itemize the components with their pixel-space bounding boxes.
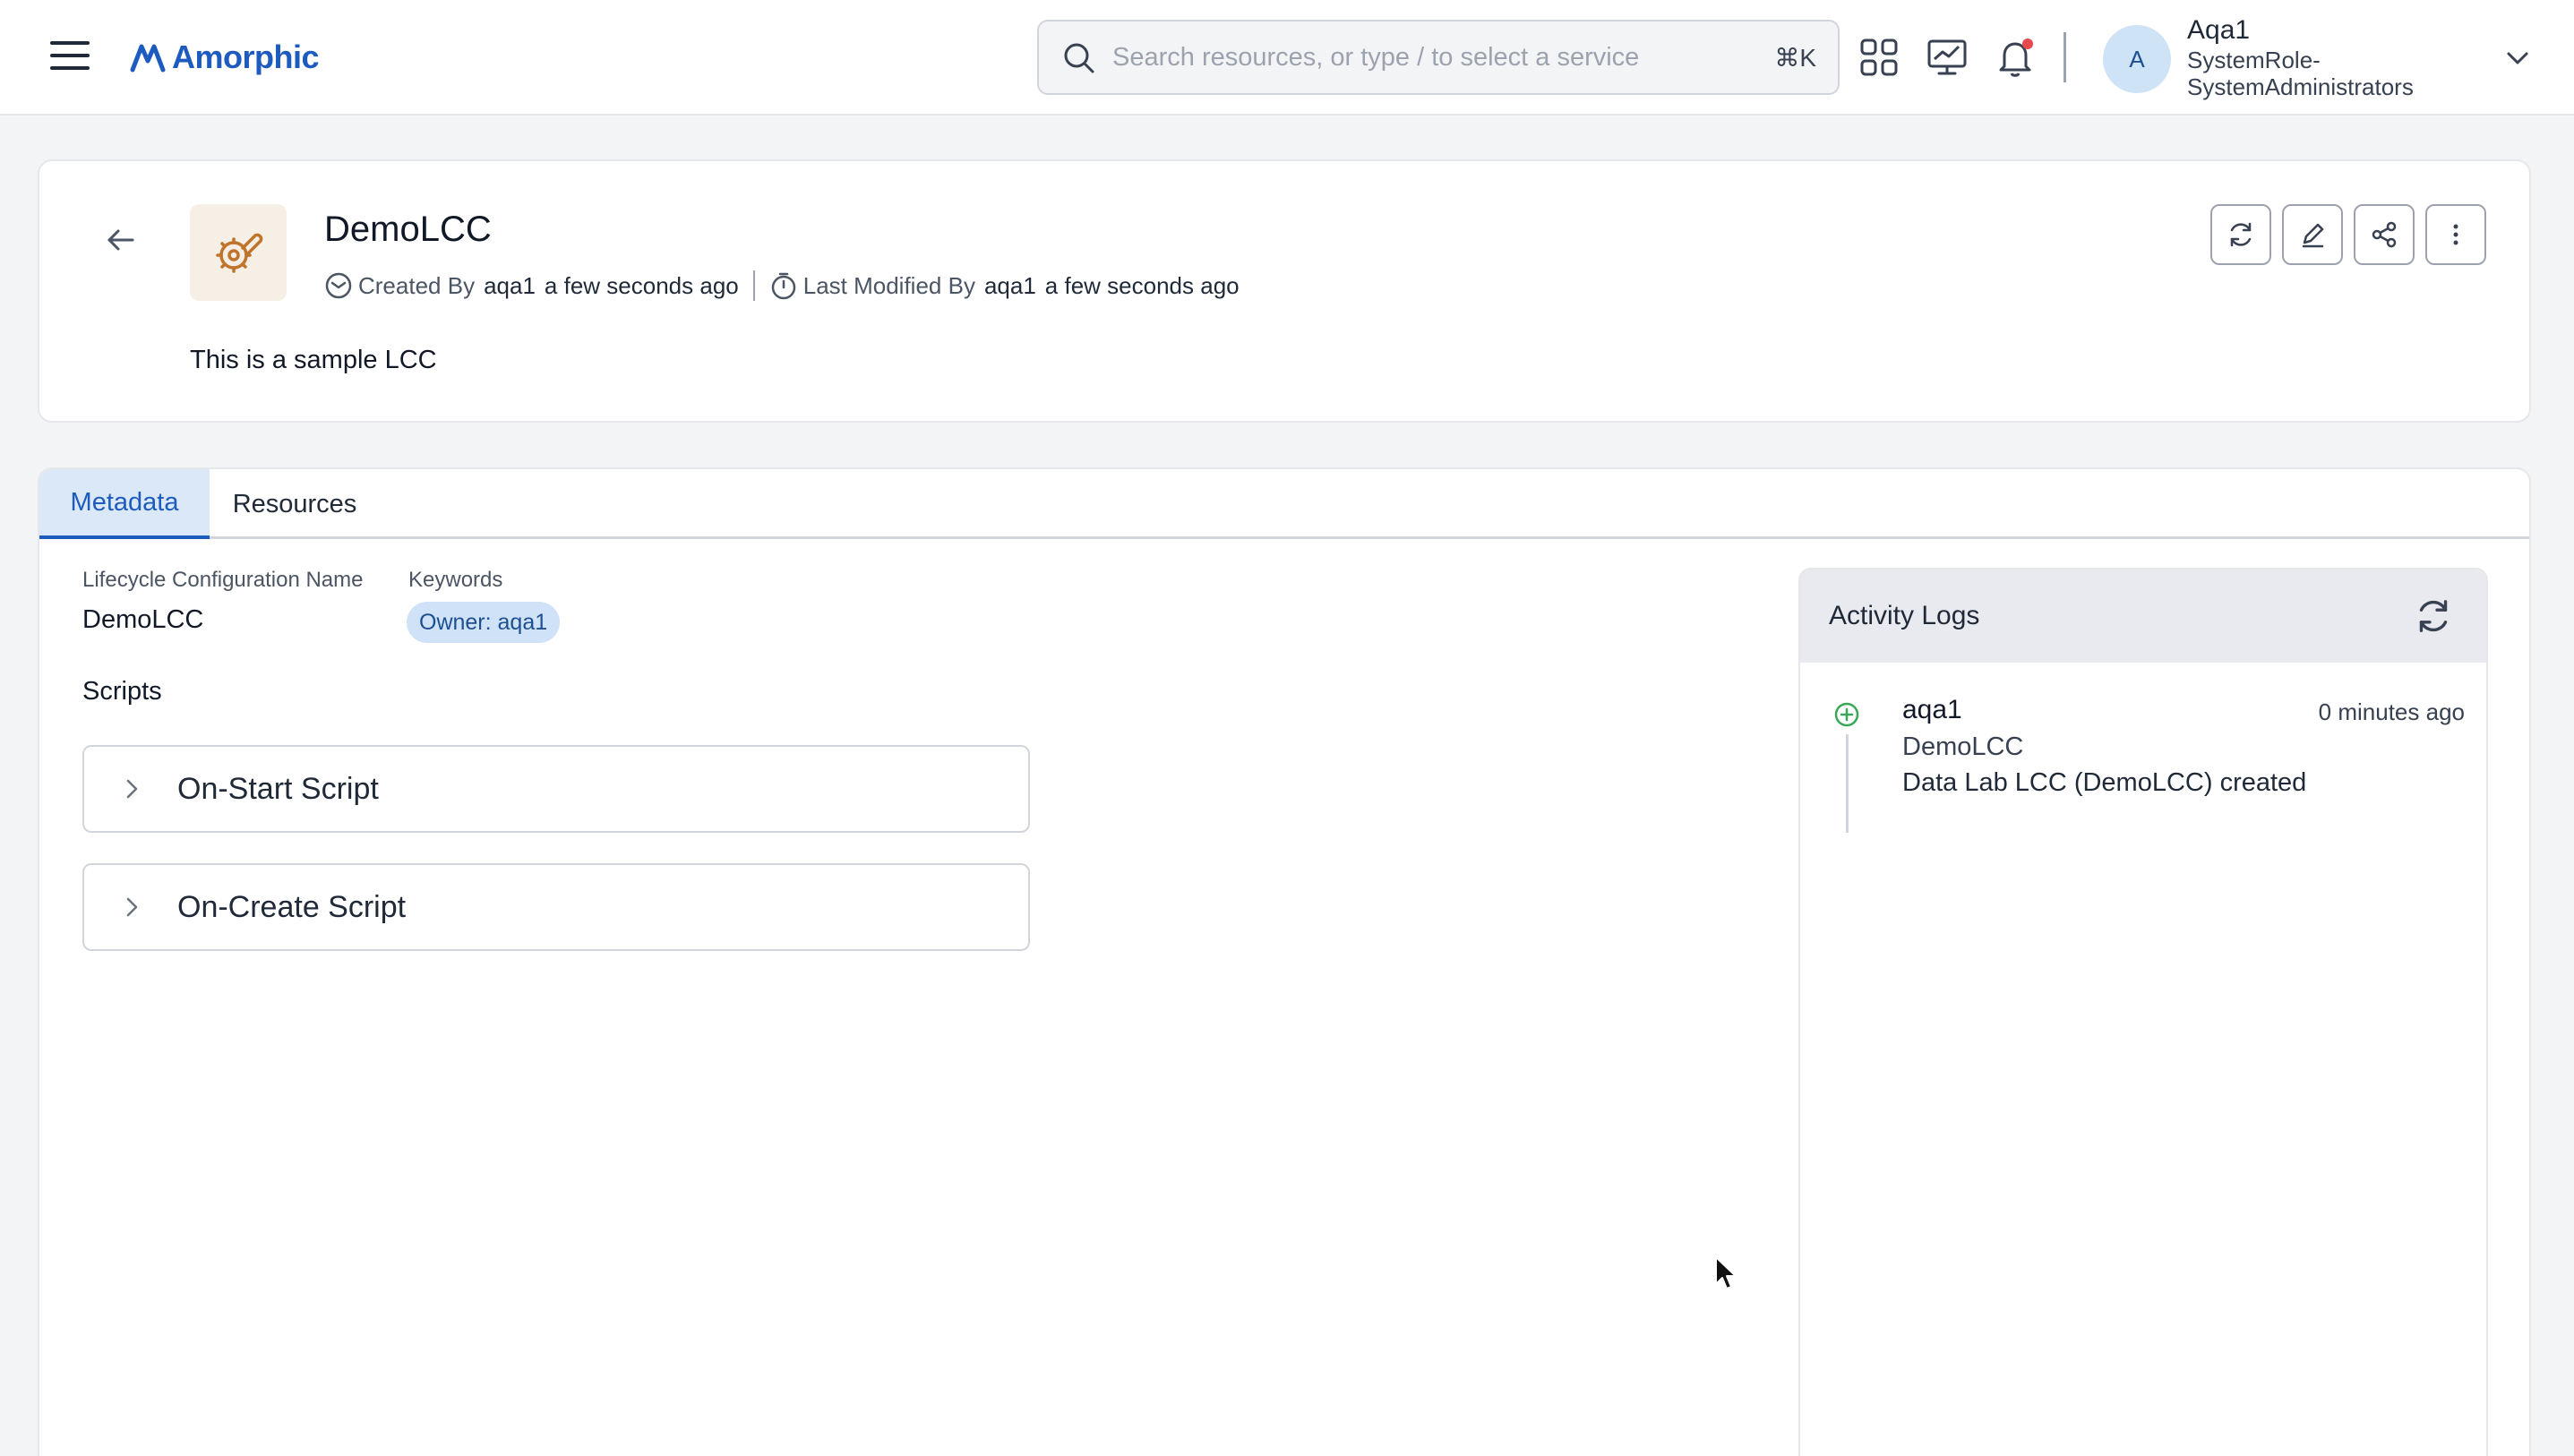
user-role-line2: SystemAdministrators — [2187, 73, 2414, 100]
activity-logs-title: Activity Logs — [1829, 601, 1980, 630]
refresh-button[interactable] — [2210, 204, 2271, 265]
activity-logs-header: Activity Logs — [1800, 570, 2486, 663]
resource-description: This is a sample LCC — [190, 346, 437, 374]
on-create-script-accordion[interactable]: On-Create Script — [82, 863, 1030, 951]
scripts-label: Scripts — [82, 677, 162, 706]
chevron-down-icon[interactable] — [2504, 45, 2531, 72]
modified-by-user[interactable]: aqa1 — [984, 272, 1036, 300]
mouse-cursor-icon — [1715, 1256, 1737, 1289]
edit-button[interactable] — [2282, 204, 2343, 265]
menu-icon[interactable] — [50, 41, 90, 73]
user-info[interactable]: Aqa1 SystemRole- SystemAdministrators — [2187, 14, 2474, 100]
modified-by-label: Last Modified By — [802, 271, 975, 299]
topbar-divider — [2063, 32, 2066, 82]
resource-header-card: DemoLCC Created By aqa1 a few seconds ag… — [38, 159, 2531, 423]
timeline-line — [1846, 734, 1849, 833]
activity-logs-panel: Activity Logs aqa1 0 minutes ago DemoLCC… — [1798, 568, 2488, 1456]
avatar[interactable]: A — [2103, 25, 2171, 93]
more-vertical-icon — [2453, 224, 2458, 245]
keyword-chip[interactable]: Owner: aqa1 — [407, 602, 561, 643]
notification-dot — [2022, 39, 2033, 49]
timer-icon — [771, 272, 795, 300]
brand-logo[interactable]: Amorphic — [129, 32, 320, 82]
share-button[interactable] — [2354, 204, 2415, 265]
back-arrow-icon[interactable] — [102, 222, 138, 258]
on-start-script-accordion[interactable]: On-Start Script — [82, 745, 1030, 833]
gear-wrench-icon — [216, 233, 263, 273]
details-panel: Metadata Resources Lifecycle Configurati… — [38, 467, 2531, 1456]
tab-metadata[interactable]: Metadata — [39, 469, 210, 539]
chevron-right-icon — [126, 897, 138, 917]
more-options-button[interactable] — [2425, 204, 2486, 265]
activity-log-item: aqa1 0 minutes ago DemoLCC Data Lab LCC … — [1800, 663, 2486, 860]
amorphic-logo-icon — [130, 44, 166, 73]
tab-bar: Metadata Resources — [39, 469, 2529, 539]
created-by-label: Created By — [358, 271, 476, 299]
log-time: 0 minutes ago — [2318, 698, 2465, 725]
top-navigation-bar: Amorphic ⌘K A Aqa1 SystemRole- SystemAdm… — [0, 0, 2574, 116]
modified-time: a few seconds ago — [1044, 271, 1240, 299]
on-start-script-label: On-Start Script — [177, 771, 379, 806]
share-icon — [2372, 221, 2397, 248]
log-entity: DemoLCC — [1902, 732, 2024, 761]
on-create-script-label: On-Create Script — [177, 889, 407, 924]
chevron-right-icon — [126, 779, 138, 799]
keywords-label: Keywords — [408, 568, 503, 592]
created-time: a few seconds ago — [544, 271, 739, 299]
lifecycle-name-value: DemoLCC — [82, 605, 204, 634]
lifecycle-config-icon — [190, 204, 287, 301]
search-icon — [1064, 43, 1094, 73]
page-title: DemoLCC — [324, 210, 492, 249]
brand-name: Amorphic — [172, 39, 320, 75]
search-shortcut: ⌘K — [1774, 43, 1816, 72]
global-search[interactable]: ⌘K — [1037, 20, 1840, 95]
apps-grid-icon[interactable] — [1858, 36, 1900, 79]
bell-icon[interactable] — [1994, 36, 2037, 79]
log-message: Data Lab LCC (DemoLCC) created — [1902, 768, 2307, 797]
edit-icon — [2302, 223, 2324, 248]
created-by-user[interactable]: aqa1 — [484, 272, 536, 300]
refresh-icon — [2230, 222, 2252, 247]
refresh-icon[interactable] — [2413, 595, 2454, 637]
clock-icon — [325, 272, 352, 299]
search-input[interactable] — [1112, 42, 1775, 73]
tab-resources[interactable]: Resources — [210, 469, 380, 539]
monitor-chart-icon[interactable] — [1926, 36, 1969, 79]
log-user: aqa1 — [1902, 695, 1962, 724]
user-role-line1: SystemRole- — [2187, 47, 2321, 73]
plus-circle-icon — [1834, 702, 1859, 727]
meta-divider — [752, 270, 755, 301]
user-name: Aqa1 — [2187, 15, 2251, 45]
audit-info: Created By aqa1 a few seconds ago Last M… — [324, 270, 1248, 301]
lifecycle-name-label: Lifecycle Configuration Name — [82, 568, 364, 592]
